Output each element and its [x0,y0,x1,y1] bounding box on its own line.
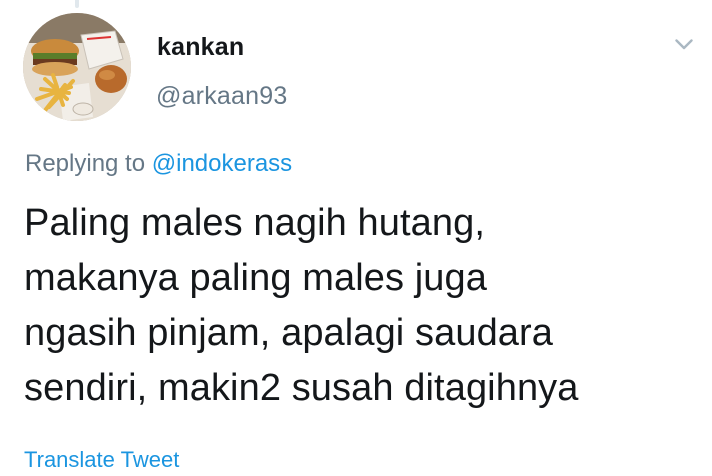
tweet-text-line: sendiri, makin2 susah ditagihnya [24,367,579,409]
thread-connector-line [75,0,79,8]
reply-mention-link[interactable]: @indokerass [152,150,292,177]
avatar[interactable] [23,13,131,121]
tweet-text: Paling males nagih hutang, makanya palin… [24,196,694,416]
replying-to-line: Replying to @indokerass [25,150,292,178]
chevron-down-icon [675,38,693,49]
tweet-text-line: ngasih pinjam, apalagi saudara [24,312,554,354]
user-handle[interactable]: @arkaan93 [156,82,287,111]
tweet-text-line: Paling males nagih hutang, [24,202,486,244]
tweet-text-line: makanya paling males juga [24,257,487,299]
tweet-menu-button[interactable] [670,33,698,55]
tweet-card: kankan @arkaan93 Replying to @indokerass… [0,0,712,476]
food-photo-icon [23,13,131,121]
user-display-name[interactable]: kankan [157,33,244,62]
translate-tweet-link[interactable]: Translate Tweet [24,447,179,473]
replying-to-label: Replying to [25,150,146,177]
